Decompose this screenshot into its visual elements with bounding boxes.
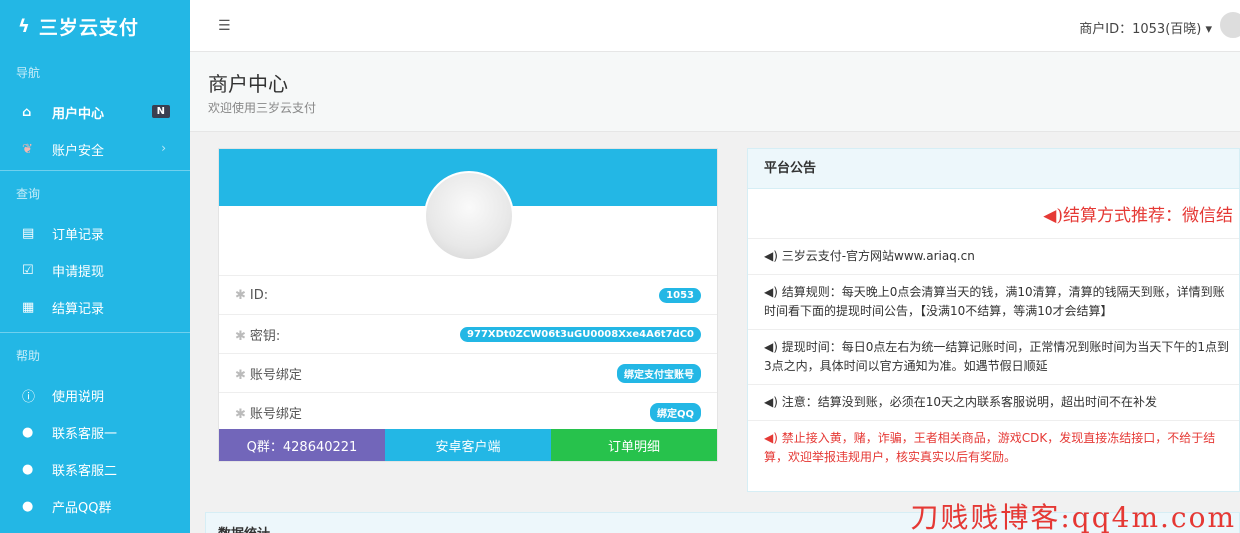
nav-section-title: 导航 (16, 66, 41, 80)
sidebar-item-user-center[interactable]: ⌂ 用户中心 N (0, 94, 190, 131)
sidebar-item-support-1[interactable]: ● 联系客服一 (0, 414, 190, 451)
id-badge: 1053 (659, 287, 701, 303)
grid-icon: ▦ (22, 300, 35, 315)
sidebar-item-label: 联系客服二 (52, 464, 118, 479)
row-label: 密钥: (249, 328, 281, 344)
leaf-icon: ❦ (22, 142, 33, 157)
bind-qq-button[interactable]: 绑定QQ (649, 402, 701, 422)
profile-row-key: ✱ 密钥: 977XDt0ZCW06t3uGU0008Xxe4A6t7dC0 (219, 315, 717, 354)
asterisk-icon: ✱ (235, 367, 246, 383)
profile-avatar (424, 171, 514, 261)
avatar[interactable] (1218, 10, 1240, 40)
sidebar-item-label: 账户安全 (52, 144, 105, 159)
watermark: 刀贱贱博客:qq4m.com (910, 501, 1236, 533)
sidebar-item-label: 申请提现 (52, 265, 105, 280)
sidebar-item-order-records[interactable]: ▤ 订单记录 (0, 215, 190, 252)
menu-toggle-icon[interactable]: ☰ (218, 18, 231, 34)
divider (0, 170, 190, 171)
sidebar-item-qq-group[interactable]: ● 产品QQ群 (0, 488, 190, 525)
row-label: 账号绑定 (249, 367, 302, 383)
sidebar-item-label: 使用说明 (52, 390, 105, 405)
divider (0, 332, 190, 333)
profile-row-bind-qq: ✱ 账号绑定 绑定QQ (219, 393, 717, 432)
user-menu[interactable]: 商户ID：1053(百晓) ▾ (1079, 18, 1212, 37)
user-icon: ● (22, 462, 34, 477)
key-badge[interactable]: 977XDt0ZCW06t3uGU0008Xxe4A6t7dC0 (460, 326, 701, 342)
profile-card: ✱ ID: 1053 ✱ 密钥: 977XDt0ZCW06t3uGU0008Xxe4… (218, 148, 718, 462)
row-label: 账号绑定 (249, 406, 302, 422)
asterisk-icon: ✱ (235, 328, 246, 344)
sidebar-item-instructions[interactable]: ⓘ 使用说明 (0, 377, 190, 414)
new-badge: N (151, 105, 170, 118)
asterisk-icon: ✱ (235, 406, 246, 422)
notice-item: ◀) 三岁云支付-官方网站www.ariaq.cn (748, 239, 1239, 275)
page-header: 商户中心 欢迎使用三岁云支付 (190, 52, 1240, 132)
user-icon: ● (22, 425, 34, 440)
order-details-button[interactable]: 订单明细 (551, 429, 717, 461)
notice-item: ◀) 提现时间：每日0点左右为统一结算记账时间，正常情况到账时间为当天下午的1点… (748, 330, 1239, 385)
sidebar-item-account-security[interactable]: ❦ 账户安全 › (0, 131, 190, 168)
profile-row-id: ✱ ID: 1053 (219, 276, 717, 315)
row-label: ID: (249, 287, 269, 303)
nav-section-title: 查询 (16, 187, 41, 201)
sidebar: ϟ 三岁云支付 导航 ⌂ 用户中心 N ❦ 账户安全 › 查询 ▤ 订单记录 ☑… (0, 0, 190, 533)
chevron-right-icon: › (161, 141, 166, 155)
sidebar-item-settlement-records[interactable]: ▦ 结算记录 (0, 289, 190, 326)
notice-title: 平台公告 (748, 149, 1239, 189)
notice-item-warning: ◀) 禁止接入黄，赌，诈骗，王者相关商品，游戏CDK，发现直接冻结接口，不给于结… (764, 431, 1216, 464)
sidebar-item-label: 订单记录 (52, 228, 105, 243)
page-subtitle: 欢迎使用三岁云支付 (208, 101, 317, 115)
notice-item: ◀) 结算规则：每天晚上0点会清算当天的钱，满10清算，清算的钱隔天到账，详情到… (748, 275, 1239, 330)
notice-item: ◀) 注意：结算没到账，必须在10天之内联系客服说明，超出时间不在补发 (748, 385, 1239, 421)
asterisk-icon: ✱ (235, 287, 246, 303)
notice-banner: ◀)结算方式推荐：微信结 (748, 189, 1239, 239)
nav-section-title: 帮助 (16, 349, 41, 363)
android-client-button[interactable]: 安卓客户端 (385, 429, 551, 461)
notice-panel: 平台公告 ◀)结算方式推荐：微信结 ◀) 三岁云支付-官方网站www.ariaq… (747, 148, 1240, 492)
brand[interactable]: ϟ 三岁云支付 (0, 0, 190, 52)
page-title: 商户中心 (208, 72, 288, 96)
user-icon: ● (22, 499, 34, 514)
bolt-icon: ϟ (18, 15, 31, 37)
sidebar-item-support-2[interactable]: ● 联系客服二 (0, 451, 190, 488)
profile-row-bind-alipay: ✱ 账号绑定 绑定支付宝账号 (219, 354, 717, 393)
info-icon: ⓘ (22, 390, 36, 405)
sidebar-item-label: 联系客服一 (52, 427, 118, 442)
list-icon: ▤ (22, 226, 35, 241)
sidebar-item-withdraw[interactable]: ☑ 申请提现 (0, 252, 190, 289)
profile-actions: Q群：428640221 安卓客户端 订单明细 (219, 429, 717, 461)
sidebar-item-label: 结算记录 (52, 302, 105, 317)
sidebar-item-label: 产品QQ群 (52, 501, 112, 516)
check-square-icon: ☑ (22, 263, 34, 278)
qq-group-button[interactable]: Q群：428640221 (219, 429, 385, 461)
brand-name: 三岁云支付 (38, 16, 139, 39)
sidebar-item-label: 用户中心 (52, 107, 105, 122)
bind-alipay-button[interactable]: 绑定支付宝账号 (617, 363, 701, 383)
top-bar: ☰ 商户ID：1053(百晓) ▾ (190, 0, 1240, 52)
home-icon: ⌂ (22, 105, 32, 120)
